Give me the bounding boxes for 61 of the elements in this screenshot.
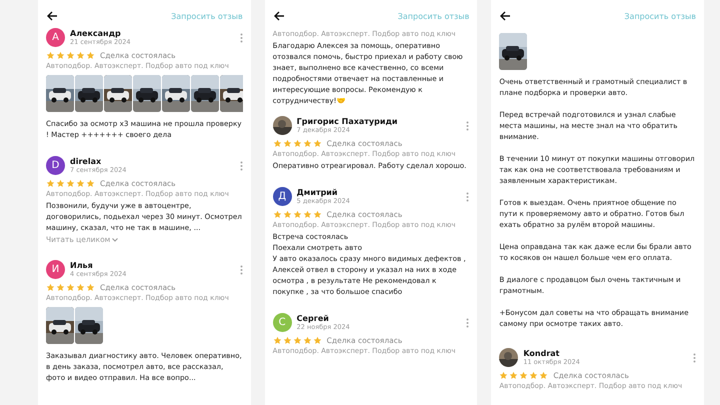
star-icon [56, 51, 65, 60]
request-review-link[interactable]: Запросить отзыв [624, 12, 696, 20]
star-icon [46, 283, 55, 292]
star-icon [56, 283, 65, 292]
star-icon [312, 139, 322, 148]
star-icon [302, 139, 312, 148]
user-avatar: А [46, 28, 65, 47]
star-icon [46, 179, 55, 188]
star-icon [539, 371, 548, 380]
star-icon [86, 179, 95, 188]
star-icon [312, 210, 322, 219]
more-icon[interactable] [240, 264, 243, 274]
more-icon[interactable] [466, 120, 470, 130]
star-icon [76, 51, 85, 60]
star-icon [292, 139, 302, 148]
more-icon[interactable] [240, 160, 243, 170]
star-icon [312, 336, 322, 345]
star-icon [272, 139, 282, 148]
star-icon [56, 179, 65, 188]
more-icon[interactable] [466, 192, 470, 202]
reviewer-name: Александр [70, 29, 122, 38]
star-icon [66, 51, 75, 60]
star-icon [282, 336, 292, 345]
star-icon [292, 336, 302, 345]
star-icon [66, 179, 75, 188]
chevron-down-icon [112, 238, 118, 242]
request-review-link[interactable]: Запросить отзыв [398, 12, 470, 20]
user-avatar: С [272, 313, 292, 332]
back-icon[interactable] [272, 10, 285, 22]
user-avatar: Д [272, 187, 292, 206]
star-icon [282, 210, 292, 219]
reviewer-name: Сергей [296, 314, 330, 323]
star-icon [272, 336, 282, 345]
star-icon [272, 210, 282, 219]
star-icon [499, 371, 508, 380]
back-icon[interactable] [46, 10, 58, 22]
reviewer-name: Kondrat [523, 349, 560, 358]
reviewer-name: Илья [70, 261, 94, 270]
reviewer-name: Дмитрий [296, 188, 339, 197]
more-icon[interactable] [240, 32, 243, 42]
request-review-link[interactable]: Запросить отзыв [171, 12, 243, 20]
star-icon [86, 51, 95, 60]
star-icon [302, 336, 312, 345]
star-icon [86, 283, 95, 292]
star-icon [529, 371, 538, 380]
star-icon [76, 283, 85, 292]
reviewer-name: Григорис Пахатуриди [296, 117, 399, 126]
star-icon [46, 51, 55, 60]
star-icon [282, 139, 292, 148]
more-icon[interactable] [693, 352, 696, 362]
star-icon [292, 210, 302, 219]
more-icon[interactable] [466, 318, 470, 328]
star-icon [509, 371, 518, 380]
star-icon [76, 179, 85, 188]
reviewer-name: direlax [70, 157, 102, 166]
star-icon [519, 371, 528, 380]
star-icon [302, 210, 312, 219]
user-avatar: И [46, 260, 65, 279]
user-avatar: D [46, 156, 65, 175]
star-icon [66, 283, 75, 292]
back-icon[interactable] [499, 10, 512, 22]
